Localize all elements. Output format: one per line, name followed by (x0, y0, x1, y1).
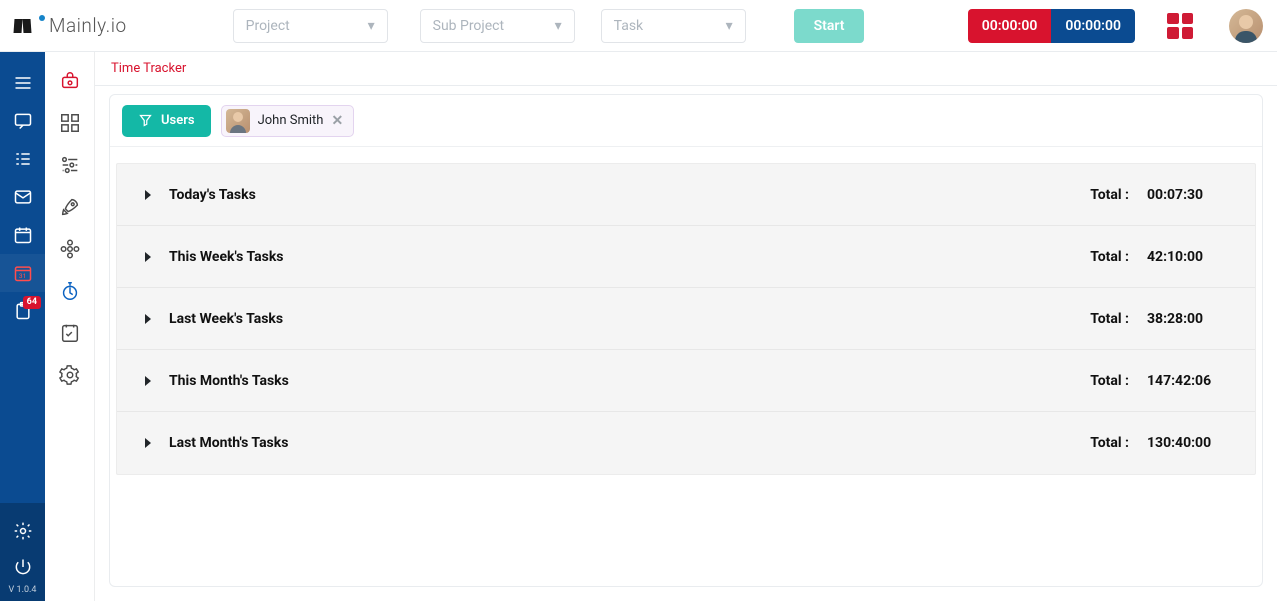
expand-caret-icon (145, 438, 151, 448)
primary-sidebar: 31 64 V 1.0.4 (0, 52, 45, 601)
timer-blue: 00:00:00 (1051, 9, 1135, 43)
chip-name: John Smith (258, 113, 324, 128)
task-select[interactable]: Task ▾ (601, 9, 746, 43)
version-label: V 1.0.4 (9, 585, 37, 595)
group-title: This Week's Tasks (169, 249, 1090, 265)
tasks-icon[interactable] (0, 140, 45, 178)
gear-icon[interactable] (45, 354, 95, 396)
filter-bar: Users John Smith ✕ (110, 95, 1262, 147)
svg-text:31: 31 (18, 272, 25, 280)
start-button[interactable]: Start (794, 9, 865, 43)
apps-grid-icon[interactable] (1167, 13, 1193, 39)
chat-icon[interactable] (0, 102, 45, 140)
total-value: 38:28:00 (1147, 311, 1227, 327)
group-title: Last Month's Tasks (169, 435, 1090, 451)
filter-icon (138, 113, 153, 128)
task-group-row[interactable]: This Week's TasksTotal : 42:10:00 (117, 226, 1255, 288)
power-icon[interactable] (0, 549, 45, 585)
menu-icon[interactable] (0, 64, 45, 102)
topbar: Mainly.io Project ▾ Sub Project ▾ Task ▾… (0, 0, 1277, 52)
total-value: 147:42:06 (1147, 373, 1227, 389)
secondary-sidebar (45, 52, 95, 601)
user-avatar[interactable] (1229, 9, 1263, 43)
chip-avatar (226, 109, 250, 133)
task-group-row[interactable]: Last Week's TasksTotal : 38:28:00 (117, 288, 1255, 350)
flower-icon[interactable] (45, 228, 95, 270)
clipboard-icon[interactable]: 64 (0, 292, 45, 330)
users-filter-button[interactable]: Users (122, 105, 211, 137)
rocket-icon[interactable] (45, 186, 95, 228)
total-value: 00:07:30 (1147, 187, 1227, 203)
task-group-row[interactable]: Last Month's TasksTotal : 130:40:00 (117, 412, 1255, 474)
total-label: Total : (1090, 373, 1129, 389)
total-label: Total : (1090, 187, 1129, 203)
badge-count: 64 (23, 296, 41, 309)
brand-logo[interactable]: Mainly.io (14, 14, 127, 37)
expand-caret-icon (145, 376, 151, 386)
total-value: 42:10:00 (1147, 249, 1227, 265)
user-chip[interactable]: John Smith ✕ (221, 105, 355, 137)
sliders-icon[interactable] (45, 144, 95, 186)
chevron-down-icon: ▾ (368, 18, 375, 34)
group-title: Last Week's Tasks (169, 311, 1090, 327)
stopwatch-icon[interactable] (45, 270, 95, 312)
total-label: Total : (1090, 311, 1129, 327)
chevron-down-icon: ▾ (555, 18, 562, 34)
brand-text: Mainly.io (49, 14, 127, 37)
project-select[interactable]: Project ▾ (233, 9, 388, 43)
page-title: Time Tracker (95, 52, 1277, 86)
chip-remove-icon[interactable]: ✕ (331, 113, 343, 129)
chevron-down-icon: ▾ (726, 18, 733, 34)
calendar-icon[interactable] (0, 216, 45, 254)
settings-icon[interactable] (0, 513, 45, 549)
expand-caret-icon (145, 190, 151, 200)
timer-red: 00:00:00 (968, 9, 1052, 43)
timer-display: 00:00:00 00:00:00 (968, 9, 1135, 43)
expand-caret-icon (145, 252, 151, 262)
group-title: Today's Tasks (169, 187, 1090, 203)
total-label: Total : (1090, 249, 1129, 265)
subproject-select[interactable]: Sub Project ▾ (420, 9, 575, 43)
toolbox-icon[interactable] (45, 60, 95, 102)
checklist-icon[interactable] (45, 312, 95, 354)
main-content: Time Tracker Users John Smith ✕ Today's … (95, 52, 1277, 601)
dashboard-icon[interactable] (45, 102, 95, 144)
task-groups-accordion: Today's TasksTotal :00:07:30This Week's … (116, 163, 1256, 475)
total-value: 130:40:00 (1147, 435, 1227, 451)
task-group-row[interactable]: This Month's TasksTotal : 147:42:06 (117, 350, 1255, 412)
calendar-31-icon[interactable]: 31 (0, 254, 45, 292)
tracker-panel: Users John Smith ✕ Today's TasksTotal :0… (109, 94, 1263, 587)
mail-icon[interactable] (0, 178, 45, 216)
total-label: Total : (1090, 435, 1129, 451)
task-group-row[interactable]: Today's TasksTotal : 00:07:30 (117, 164, 1255, 226)
expand-caret-icon (145, 314, 151, 324)
group-title: This Month's Tasks (169, 373, 1090, 389)
